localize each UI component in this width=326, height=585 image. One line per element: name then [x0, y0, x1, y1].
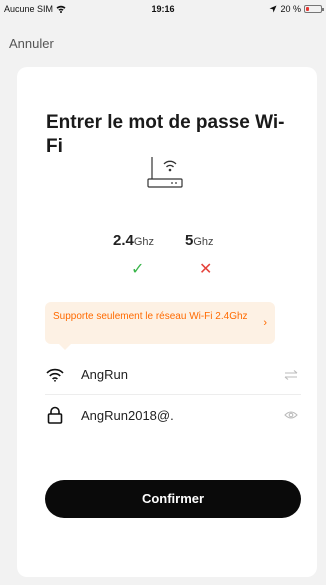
status-bar: Aucune SIM 19:16 20 % — [0, 0, 326, 20]
band-2-4ghz-freq: 2.4 — [113, 232, 134, 249]
cancel-button[interactable]: Annuler — [9, 36, 54, 51]
confirm-button[interactable]: Confirmer — [45, 480, 301, 518]
eye-icon[interactable] — [281, 405, 301, 425]
location-arrow-icon — [269, 5, 277, 13]
page-title: Entrer le mot de passe Wi-Fi — [46, 112, 285, 157]
status-right: 20 % — [269, 4, 324, 14]
wifi-2-4ghz-notice[interactable]: Supporte seulement le réseau Wi-Fi 2.4Gh… — [45, 302, 275, 350]
band-2-4ghz: 2.4Ghz ✓ — [113, 232, 173, 278]
wifi-name-row[interactable]: AngRun — [45, 355, 301, 395]
chevron-right-icon: › — [263, 317, 267, 329]
band-support-row: 2.4Ghz ✓ 5Ghz ✕ — [113, 232, 253, 282]
wifi-icon — [45, 365, 65, 385]
router-icon — [147, 157, 183, 188]
battery-percent: 20 % — [280, 4, 301, 14]
check-icon: ✓ — [131, 261, 145, 278]
band-2-4ghz-unit: Ghz — [133, 236, 155, 248]
band-5ghz-unit: Ghz — [193, 236, 214, 248]
notice-text: Supporte seulement le réseau Wi-Fi 2.4Gh… — [53, 311, 248, 322]
password-row[interactable]: AngRun2018@. — [45, 395, 301, 435]
cross-icon: ✕ — [199, 261, 213, 278]
band-5ghz-label: 5Ghz — [185, 232, 245, 249]
password-field[interactable]: AngRun2018@. — [81, 408, 281, 423]
band-5ghz: 5Ghz ✕ — [185, 232, 245, 278]
battery-icon — [304, 5, 324, 13]
band-2-4ghz-label: 2.4Ghz — [113, 232, 173, 249]
lock-icon — [45, 405, 65, 425]
battery-level — [306, 7, 309, 11]
wifi-name-field[interactable]: AngRun — [81, 367, 281, 382]
switch-icon[interactable] — [281, 365, 301, 385]
wifi-password-card: Entrer le mot de passe Wi-Fi 2.4Ghz ✓ 5G… — [17, 67, 317, 577]
